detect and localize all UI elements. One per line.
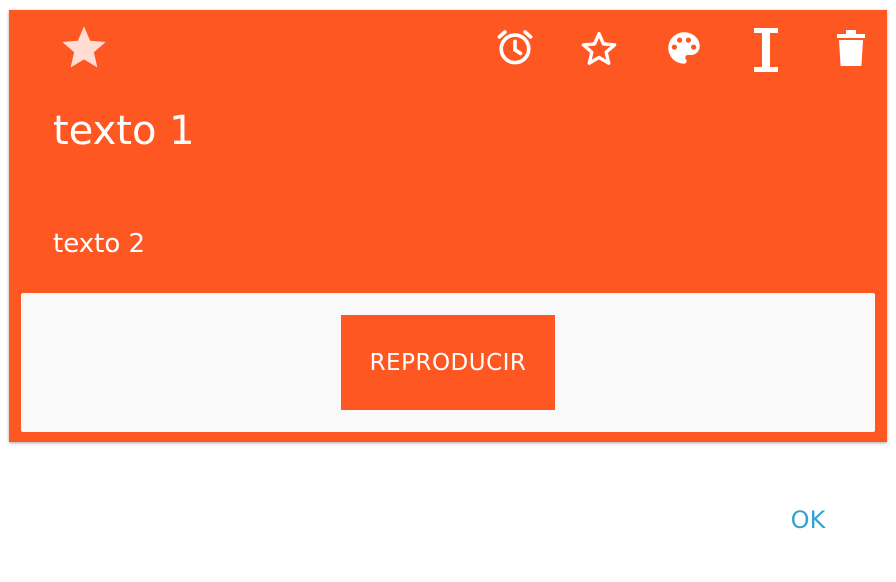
- text-cursor-icon[interactable]: [751, 25, 781, 75]
- note-subtitle: texto 2: [53, 229, 146, 259]
- note-card: texto 1 texto 2 REPRODUCIR: [9, 10, 887, 442]
- play-button[interactable]: REPRODUCIR: [341, 315, 555, 410]
- star-filled-icon[interactable]: [58, 22, 110, 74]
- palette-icon[interactable]: [662, 26, 706, 70]
- alarm-icon[interactable]: [493, 25, 537, 69]
- note-dialog: texto 1 texto 2 REPRODUCIR OK: [0, 0, 896, 582]
- trash-icon[interactable]: [833, 27, 869, 71]
- star-outline-icon[interactable]: [577, 27, 621, 71]
- ok-button[interactable]: OK: [772, 498, 844, 542]
- note-title: texto 1: [53, 108, 195, 154]
- player-panel: REPRODUCIR: [21, 293, 875, 432]
